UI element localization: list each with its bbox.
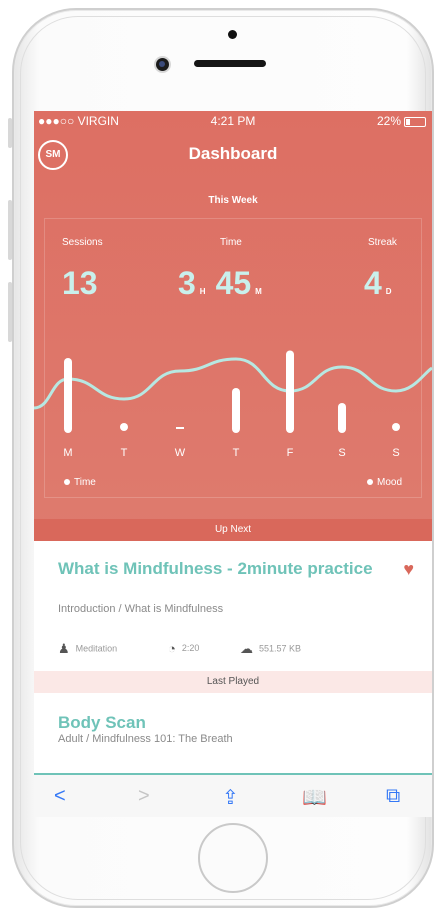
legend-mood-label: Mood xyxy=(376,477,402,488)
bookmarks-icon[interactable]: 📖 xyxy=(302,785,327,810)
sessions-number: 13 xyxy=(62,265,98,301)
up-next-header: Up Next xyxy=(34,519,432,541)
up-next-title[interactable]: What is Mindfulness - 2minute practice xyxy=(58,559,378,579)
time-value: 3 H 45 M xyxy=(178,265,262,302)
up-next-card[interactable]: What is Mindfulness - 2minute practice I… xyxy=(34,541,432,671)
meditation-icon: ♟ xyxy=(58,641,70,656)
time-bar-0 xyxy=(64,358,72,433)
weekly-chart xyxy=(34,350,432,433)
proximity-sensor xyxy=(228,30,237,39)
meta-duration-label: 2:20 xyxy=(181,642,200,653)
meta-duration: ◔ 2:20 xyxy=(168,641,199,656)
time-bar-4 xyxy=(286,350,294,433)
up-next-subtitle: Introduction / What is Mindfulness xyxy=(58,603,224,615)
back-icon[interactable]: < xyxy=(54,785,66,808)
time-minutes-unit: M xyxy=(255,287,262,296)
mute-switch xyxy=(8,118,12,148)
streak-number: 4 xyxy=(364,265,382,301)
time-hours-unit: H xyxy=(199,287,206,296)
heart-icon[interactable]: ♥ xyxy=(403,559,414,580)
day-label-5: S xyxy=(338,447,346,459)
sessions-value: 13 xyxy=(62,265,98,302)
week-label: This Week xyxy=(208,195,258,206)
day-label-0: M xyxy=(63,447,73,459)
day-label-2: W xyxy=(174,447,186,459)
legend-mood-dot xyxy=(366,479,373,486)
status-time: 4:21 PM xyxy=(210,114,256,128)
meta-size: ☁ 551.57 KB xyxy=(240,641,301,657)
meta-type-label: Meditation xyxy=(75,643,118,654)
page-title: Dashboard xyxy=(188,144,278,163)
last-played-header: Last Played xyxy=(34,671,432,693)
time-hours: 3 xyxy=(178,265,196,301)
time-label: Time xyxy=(220,237,242,248)
time-bar-dot-1 xyxy=(120,423,128,431)
time-bar-3 xyxy=(232,388,240,433)
screen: ●●●○○ VIRGIN 4:21 PM 22% S M Dashboard Th… xyxy=(34,111,432,817)
day-label-3: T xyxy=(232,447,240,459)
share-icon[interactable]: ⇪ xyxy=(222,785,239,810)
streak-value: 4D xyxy=(364,265,392,302)
home-button[interactable] xyxy=(198,823,268,893)
volume-up-button xyxy=(8,200,12,260)
battery-percent: 22% xyxy=(376,114,401,128)
safari-toolbar: < > ⇪ 📖 ⧉ xyxy=(34,773,432,817)
day-label-1: T xyxy=(120,447,128,459)
legend-time-label: Time xyxy=(74,477,96,488)
legend-time: Time xyxy=(64,477,96,488)
status-bar: ●●●○○ VIRGIN 4:21 PM 22% xyxy=(34,111,432,131)
tabs-icon[interactable]: ⧉ xyxy=(386,785,400,808)
time-bar-2 xyxy=(176,427,184,429)
forward-icon[interactable]: > xyxy=(138,785,150,808)
time-minutes: 45 xyxy=(215,265,252,301)
battery-icon xyxy=(404,116,426,127)
front-camera xyxy=(156,58,169,71)
legend-mood: Mood xyxy=(366,477,402,488)
timer-icon: ◔ xyxy=(168,641,176,656)
streak-label: Streak xyxy=(368,237,397,248)
time-bar-5 xyxy=(338,403,346,433)
legend-time-dot xyxy=(64,479,70,486)
time-bar-dot-6 xyxy=(392,423,400,431)
dashboard-hero: ●●●○○ VIRGIN 4:21 PM 22% S M Dashboard Th… xyxy=(34,111,432,541)
day-label-6: S xyxy=(392,447,400,459)
sessions-label: Sessions xyxy=(62,237,103,248)
earpiece xyxy=(194,60,266,67)
day-label-4: F xyxy=(286,447,294,459)
volume-down-button xyxy=(8,282,12,342)
meta-size-label: 551.57 KB xyxy=(259,643,302,654)
streak-unit: D xyxy=(385,287,392,296)
battery-indicator: 22% xyxy=(377,114,426,128)
meta-type: ♟ Meditation xyxy=(58,641,117,657)
last-played-subtitle: Adult / Mindfulness 101: The Breath xyxy=(58,733,233,745)
cloud-download-icon: ☁ xyxy=(240,641,253,656)
last-played-title[interactable]: Body Scan xyxy=(58,713,146,733)
